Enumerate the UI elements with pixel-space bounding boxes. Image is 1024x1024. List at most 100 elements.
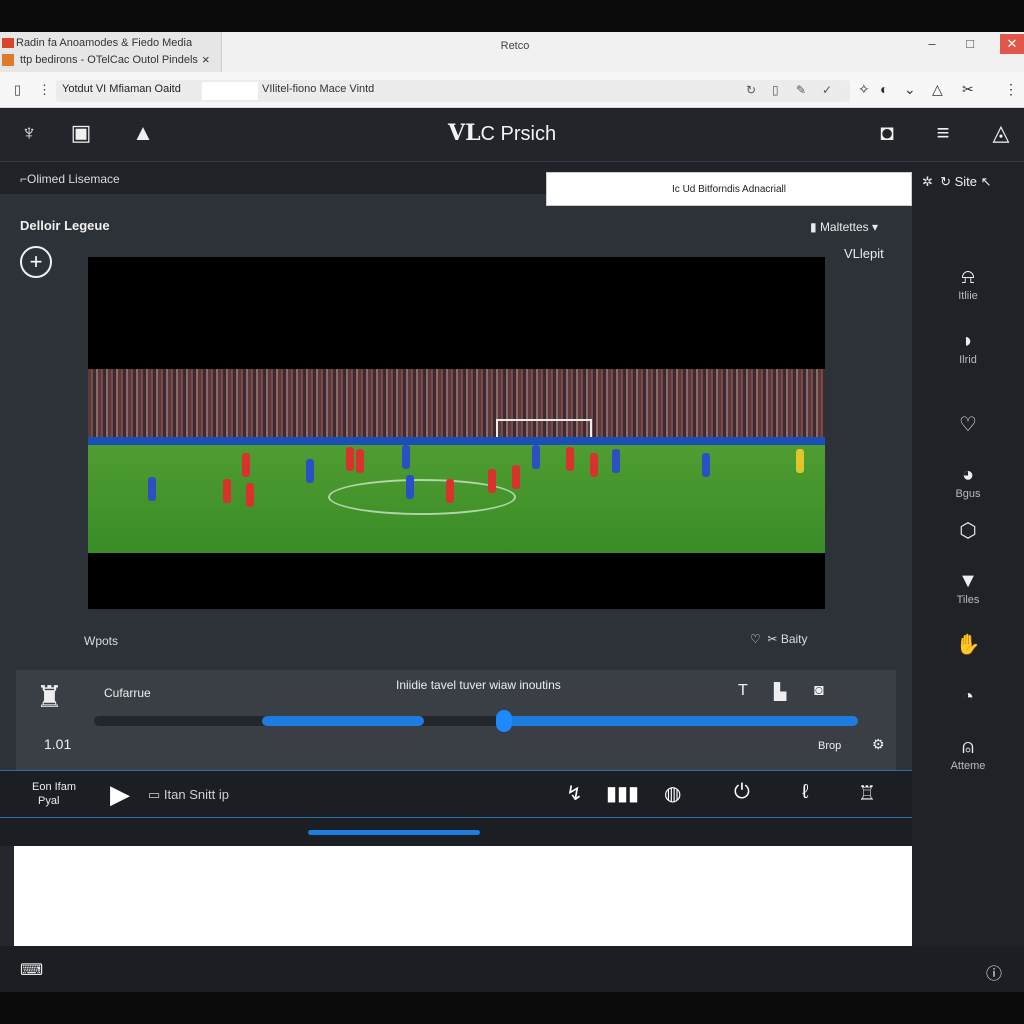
snippet-field[interactable]: ▭ Itan Snitt ip xyxy=(148,787,229,803)
chevron-down-icon[interactable]: ⌄ xyxy=(904,81,916,98)
video-footer-label: Wpots xyxy=(84,634,119,648)
mask-icon[interactable]: ◙ xyxy=(814,682,824,700)
shield-icon[interactable]: ⬡ xyxy=(912,520,1024,544)
speech-icon[interactable]: ◍ xyxy=(664,781,681,806)
robot-icon[interactable]: ♖ xyxy=(858,781,876,806)
player xyxy=(612,449,620,473)
minimize-button[interactable]: – xyxy=(920,34,944,54)
menu-icon[interactable]: ⋮ xyxy=(1004,81,1018,98)
player xyxy=(356,449,364,473)
player xyxy=(306,459,314,483)
timeline-panel: ♜ 1.01 Cufarrue Iniidie tavel tuver wiaw… xyxy=(16,670,896,770)
address-segment-2: VIlitel-fiono Mace Vintd xyxy=(262,83,375,95)
play-button[interactable]: ▶ xyxy=(110,779,130,810)
chart-icon[interactable]: ▙ xyxy=(774,682,786,702)
seek-buffer xyxy=(262,716,424,726)
timeline-value: 1.01 xyxy=(44,736,72,752)
media-icon[interactable]: ▣ xyxy=(66,120,96,150)
swan-icon[interactable]: ♆ xyxy=(14,120,44,150)
profile-icon[interactable]: ◐ xyxy=(880,81,888,97)
seek-handle[interactable] xyxy=(496,710,512,732)
bell-icon[interactable]: ⍾ Itliie xyxy=(912,266,1024,302)
filter-icon[interactable]: ▼ Tiles xyxy=(912,570,1024,606)
player xyxy=(242,453,250,477)
section-title: Delloir Legeue xyxy=(20,218,110,233)
search-field[interactable]: Ic Ud Bitforndis Adnacriall xyxy=(546,172,912,206)
close-button[interactable]: ✕ xyxy=(1000,34,1024,54)
eye-icon[interactable]: ◕ Bgus xyxy=(912,464,1024,500)
chat-icon[interactable]: ◘ xyxy=(872,120,902,150)
address-segment-1: Yotdut VI Mfiaman Oaitd xyxy=(62,83,181,95)
menu-lines-icon[interactable]: ≡ xyxy=(928,120,958,150)
progress-strip xyxy=(0,818,912,846)
player xyxy=(148,477,156,501)
tool-icon[interactable]: ℓ xyxy=(802,781,808,804)
tab-close-button[interactable]: × xyxy=(202,52,210,67)
player xyxy=(532,445,540,469)
extensions-icon[interactable]: ✧ xyxy=(858,81,870,98)
player xyxy=(446,479,454,503)
screen: Radin fa Anoamodes & Fiedo Media ttp bed… xyxy=(0,0,1024,1024)
tab-favicon-icon xyxy=(2,38,14,48)
app-title-prefix: VL xyxy=(448,120,481,146)
tools-icon[interactable]: ✂ xyxy=(962,81,974,98)
main-panel: ⌐Olimed Lisemace Ic Ud Bitforndis Adnacr… xyxy=(0,162,912,846)
keyboard-icon[interactable]: ⌨ xyxy=(20,960,43,980)
player xyxy=(590,453,598,477)
mode-select[interactable]: ▮ Maltettes ▾ xyxy=(810,220,878,234)
browser-tab[interactable]: Radin fa Anoamodes & Fiedo Media ttp bed… xyxy=(0,32,222,72)
timeline-name: Cufarrue xyxy=(104,686,151,700)
cone-icon[interactable]: ▲ xyxy=(128,120,158,150)
seek-slider[interactable] xyxy=(94,710,858,732)
separator-icon: ⋮ xyxy=(38,82,51,97)
heart-icon[interactable]: ♡ xyxy=(912,414,1024,438)
settings-icon[interactable]: ⚙ xyxy=(872,736,885,753)
edit-icon[interactable]: ✎ xyxy=(796,83,806,97)
add-button[interactable]: + xyxy=(20,246,52,278)
address-bar: ▯ ⋮ Yotdut VI Mfiaman Oaitd VIlitel-fion… xyxy=(0,72,1024,108)
address-field[interactable]: Yotdut VI Mfiaman Oaitd VIlitel-fiono Ma… xyxy=(56,80,850,102)
text-icon[interactable]: T xyxy=(738,682,748,700)
app-title: VLC Prsich xyxy=(448,120,556,146)
hand-icon[interactable]: ✋ xyxy=(912,634,1024,658)
window-title: Retco xyxy=(500,40,530,52)
playback-controls: Eon Ifam Pyal ▶ ▭ Itan Snitt ip ↯ ▮▮▮ ◍ … xyxy=(0,770,912,818)
player xyxy=(488,469,496,493)
window-titlebar: Radin fa Anoamodes & Fiedo Media ttp bed… xyxy=(0,32,1024,72)
page-icon[interactable]: ▯ xyxy=(14,82,21,98)
bookmark-icon[interactable]: ▯ xyxy=(772,83,779,97)
info-icon[interactable]: ⓘ xyxy=(986,960,1002,984)
controls-label: Eon Ifam Pyal xyxy=(32,781,77,807)
bars-icon[interactable]: ▮▮▮ xyxy=(606,781,639,806)
tab-close-alt-icon[interactable] xyxy=(2,54,14,66)
timeline-message: Iniidie tavel tuver wiaw inoutins xyxy=(396,678,561,692)
player xyxy=(702,453,710,477)
stop-icon[interactable]: ⏻ xyxy=(734,781,750,804)
speed-icon[interactable]: ◔ xyxy=(912,686,1024,710)
app-header: ♆ ▣ ▲ VLC Prsich ◘ ≡ ◬ xyxy=(0,108,1024,162)
vlc-app: ♆ ▣ ▲ VLC Prsich ◘ ≡ ◬ ⌐Olimed Lisemace … xyxy=(0,108,1024,992)
address-divider xyxy=(202,82,258,100)
player xyxy=(566,447,574,471)
drop-icon[interactable]: ◗ Ilrid xyxy=(912,330,1024,366)
alert-triangle-icon[interactable]: ⍝ Atteme xyxy=(912,736,1024,772)
player xyxy=(512,465,520,489)
status-bar: ⌨ ⓘ xyxy=(0,946,1024,992)
seek-progress xyxy=(500,716,858,726)
library-label: ⌐Olimed Lisemace xyxy=(20,172,120,186)
mini-progress xyxy=(308,830,480,835)
player xyxy=(402,445,410,469)
loop-icon[interactable]: ↯ xyxy=(566,781,583,806)
refresh-icon[interactable]: ↻ xyxy=(746,83,756,97)
tab-title: Radin fa Anoamodes & Fiedo Media xyxy=(16,37,193,49)
checkmark-icon[interactable]: ✓ xyxy=(822,83,832,97)
video-player[interactable] xyxy=(88,257,825,609)
player xyxy=(223,479,231,503)
maximize-button[interactable]: □ xyxy=(958,34,982,54)
video-footer-actions[interactable]: ♡ ✂ Baity xyxy=(750,632,808,646)
speed-label[interactable]: Brop xyxy=(818,740,841,752)
site-menu[interactable]: ✲ ↻ Site ↖ xyxy=(922,174,992,190)
player xyxy=(346,447,354,471)
alert-icon[interactable]: △ xyxy=(932,81,943,98)
vlc-cone-icon[interactable]: ◬ xyxy=(986,120,1016,150)
